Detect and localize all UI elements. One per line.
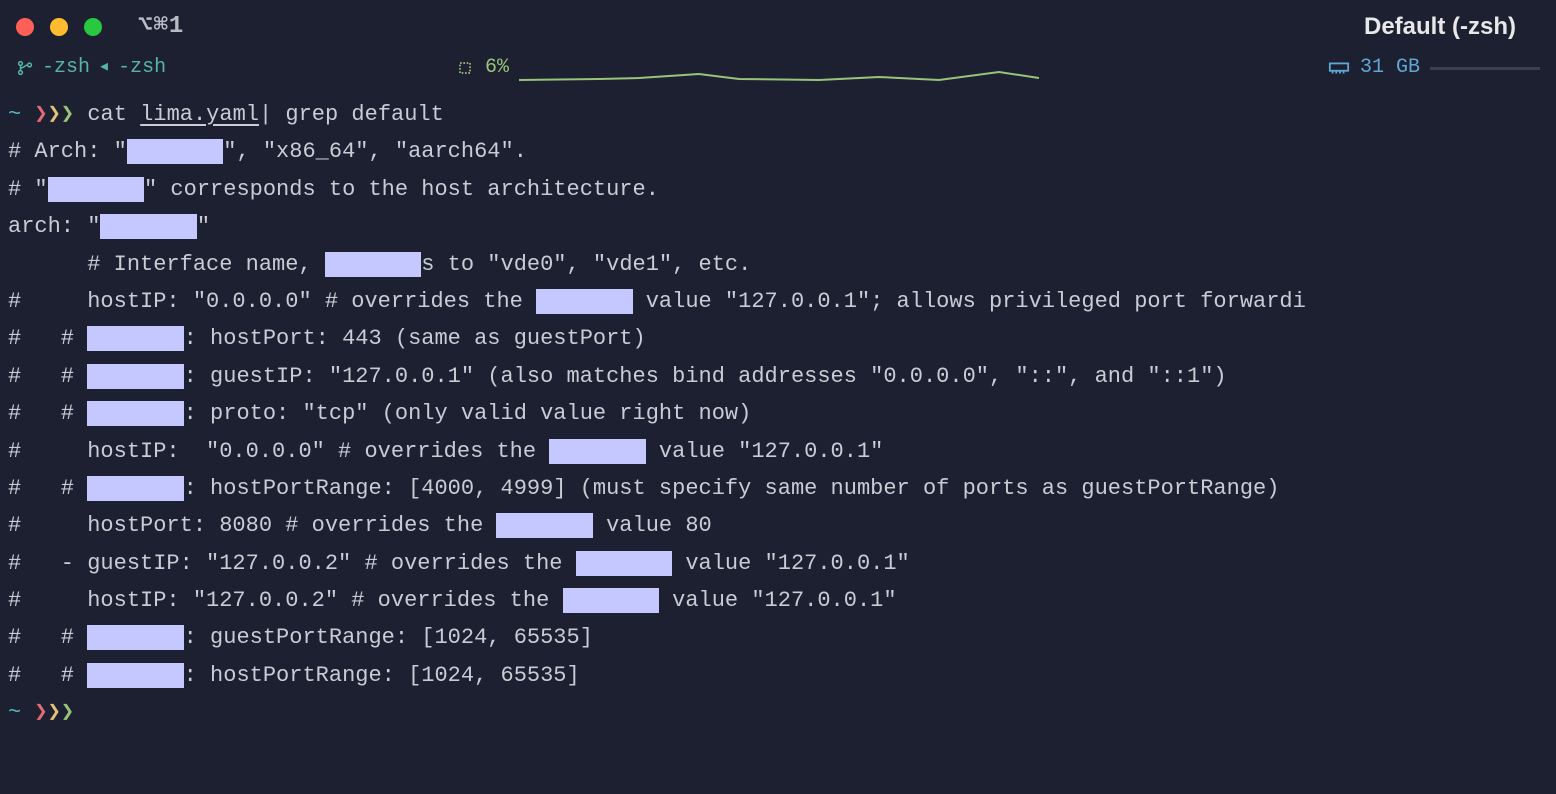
grep-match-highlight: default <box>496 513 592 538</box>
prompt-chevron-icon: ❯ <box>61 102 74 127</box>
grep-match-highlight: default <box>549 439 645 464</box>
zoom-window-button[interactable] <box>84 18 102 36</box>
prompt-chevron-icon: ❯ <box>61 700 74 725</box>
tab-shortcut-label: ⌥⌘1 <box>138 7 184 48</box>
output-line: # # default: guestIP: "127.0.0.1" (also … <box>8 358 1548 395</box>
grep-match-highlight: default <box>87 476 183 501</box>
prompt-cwd: ~ <box>8 102 34 127</box>
shell-separator: ◂ <box>98 51 110 85</box>
output-line: # # default: hostPort: 443 (same as gues… <box>8 320 1548 357</box>
branch-icon <box>16 59 34 77</box>
output-line: arch: "default" <box>8 208 1548 245</box>
grep-match-highlight: default <box>127 139 223 164</box>
window-title: Default (-zsh) <box>1364 7 1516 48</box>
grep-match-highlight: default <box>87 625 183 650</box>
grep-match-highlight: default <box>100 214 196 239</box>
command-line: ~ ❯❯❯ cat lima.yaml| grep default <box>8 96 1548 133</box>
prompt-line-empty: ~ ❯❯❯ <box>8 694 1548 731</box>
prompt-chevron-icon: ❯ <box>34 700 47 725</box>
cpu-status: 6% <box>455 51 1039 85</box>
shell-left-label: -zsh <box>42 51 90 85</box>
cpu-icon <box>455 58 475 78</box>
ram-status: 31 GB <box>1328 51 1540 85</box>
grep-match-highlight: default <box>325 252 421 277</box>
command-filename: lima.yaml <box>140 102 259 127</box>
shell-right-label: -zsh <box>118 51 166 85</box>
output-line: # # default: proto: "tcp" (only valid va… <box>8 395 1548 432</box>
output-line: # # default: hostPortRange: [1024, 65535… <box>8 657 1548 694</box>
grep-match-highlight: default <box>87 401 183 426</box>
output-line: # "default" corresponds to the host arch… <box>8 171 1548 208</box>
output-line: # hostPort: 8080 # overrides the default… <box>8 507 1548 544</box>
grep-match-highlight: default <box>563 588 659 613</box>
command-text: cat lima.yaml| grep default <box>87 102 443 127</box>
grep-match-highlight: default <box>87 663 183 688</box>
grep-match-highlight: default <box>48 177 144 202</box>
status-bar: -zsh ◂ -zsh 6% 31 GB <box>0 50 1556 86</box>
output-line: # Interface name, defaults to "vde0", "v… <box>8 246 1548 283</box>
terminal-pane[interactable]: ~ ❯❯❯ cat lima.yaml| grep default# Arch:… <box>0 86 1556 732</box>
shell-status: -zsh ◂ -zsh <box>16 51 166 85</box>
output-line: # # default: hostPortRange: [4000, 4999]… <box>8 470 1548 507</box>
prompt-chevron-icon: ❯ <box>34 102 47 127</box>
close-window-button[interactable] <box>16 18 34 36</box>
output-line: # - guestIP: "127.0.0.2" # overrides the… <box>8 545 1548 582</box>
prompt-chevron-icon: ❯ <box>48 102 61 127</box>
minimize-window-button[interactable] <box>50 18 68 36</box>
ram-bar <box>1430 67 1540 70</box>
grep-match-highlight: default <box>87 364 183 389</box>
ram-amount: 31 GB <box>1360 51 1420 85</box>
output-line: # hostIP: "0.0.0.0" # overrides the defa… <box>8 283 1548 320</box>
output-line: # hostIP: "0.0.0.0" # overrides the defa… <box>8 433 1548 470</box>
grep-match-highlight: default <box>536 289 632 314</box>
prompt-cwd: ~ <box>8 700 34 725</box>
window-titlebar: ⌥⌘1 Default (-zsh) <box>0 0 1556 50</box>
output-line: # Arch: "default", "x86_64", "aarch64". <box>8 133 1548 170</box>
cpu-percent: 6% <box>485 51 509 85</box>
grep-match-highlight: default <box>576 551 672 576</box>
traffic-lights <box>16 18 102 36</box>
grep-match-highlight: default <box>87 326 183 351</box>
cpu-sparkline <box>519 61 1039 75</box>
output-line: # # default: guestPortRange: [1024, 6553… <box>8 619 1548 656</box>
output-line: # hostIP: "127.0.0.2" # overrides the de… <box>8 582 1548 619</box>
ram-icon <box>1328 60 1350 76</box>
prompt-chevron-icon: ❯ <box>48 700 61 725</box>
